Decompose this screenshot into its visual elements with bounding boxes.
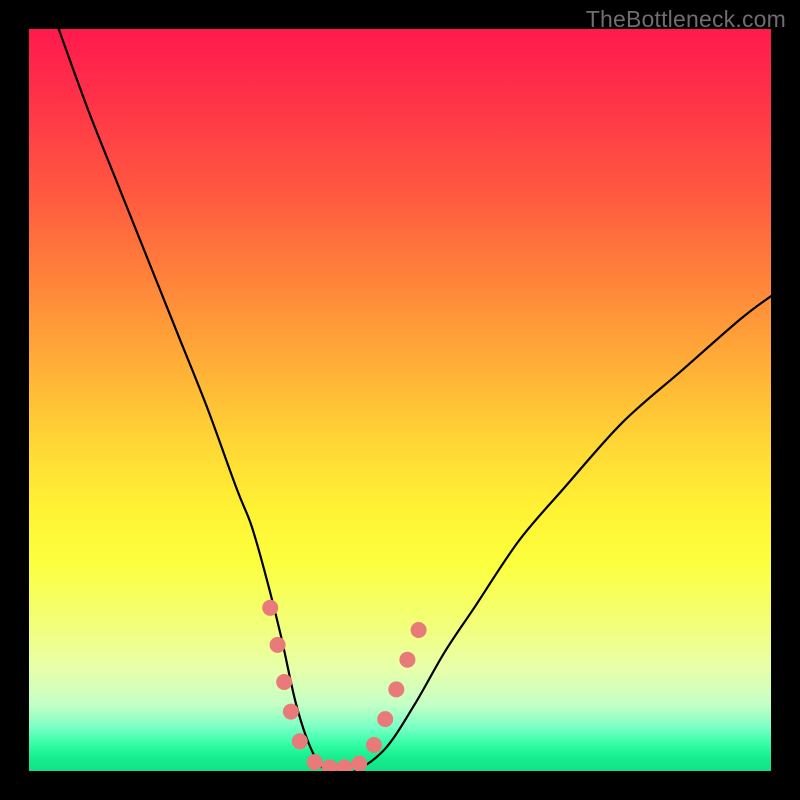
plot-area [29,29,771,771]
marker-left-cap-top [262,600,278,616]
marker-right-cap-bottom [366,737,382,753]
marker-right-cap-4 [399,652,415,668]
marker-left-cap-4 [283,704,299,720]
marker-left-cap-2 [270,637,286,653]
marker-trough-1 [307,754,323,770]
marker-right-cap-2 [377,711,393,727]
marker-trough-2 [322,759,338,771]
curve-layer [29,29,771,771]
marker-right-cap-top [411,622,427,638]
watermark-text: TheBottleneck.com [586,6,786,33]
marker-trough-3 [336,759,352,771]
marker-right-cap-3 [388,681,404,697]
marker-group [262,600,426,771]
chart-frame: TheBottleneck.com [0,0,800,800]
marker-trough-4 [351,756,367,771]
marker-left-cap-bottom [292,733,308,749]
marker-left-cap-3 [276,674,292,690]
